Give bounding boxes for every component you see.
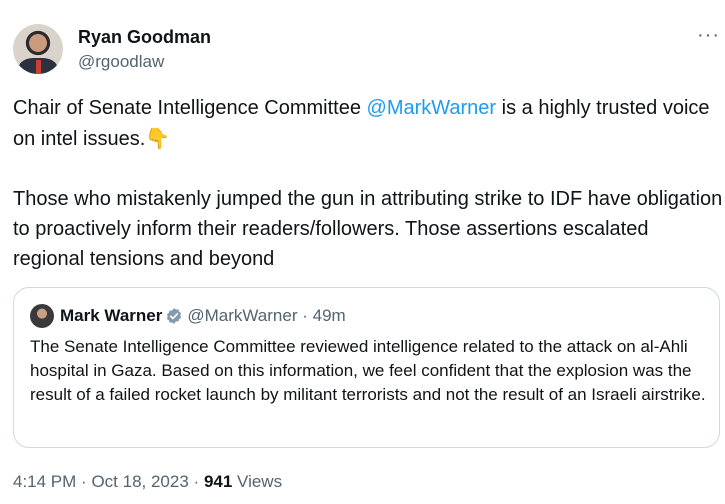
author-avatar[interactable] bbox=[13, 24, 63, 74]
tweet-text-segment: Chair of Senate Intelligence Committee bbox=[13, 97, 367, 119]
quoted-timestamp: 49m bbox=[312, 306, 346, 325]
quoted-author-handle: @MarkWarner bbox=[187, 306, 298, 325]
quoted-tweet[interactable]: Mark Warner @MarkWarner · 49m The Senate … bbox=[13, 287, 720, 448]
meta-separator: · bbox=[193, 472, 200, 491]
tweet-date[interactable]: Oct 18, 2023 bbox=[91, 472, 188, 491]
pointing-down-icon: 👇 bbox=[145, 126, 171, 150]
tweet-paragraph-2: Those who mistakenly jumped the gun in a… bbox=[13, 188, 723, 270]
avatar-tie bbox=[36, 60, 41, 74]
verified-badge-icon bbox=[167, 308, 182, 324]
meta-separator: · bbox=[81, 472, 87, 491]
quoted-tweet-header: Mark Warner @MarkWarner · 49m bbox=[60, 304, 346, 328]
quoted-author-name: Mark Warner bbox=[60, 306, 163, 325]
quoted-separator: · bbox=[302, 306, 308, 325]
tweet-text: Chair of Senate Intelligence Committee @… bbox=[13, 93, 723, 274]
quoted-author-avatar bbox=[30, 304, 54, 328]
tweet-meta: 4:14 PM · Oct 18, 2023 · 941 Views bbox=[13, 470, 282, 494]
author-name[interactable]: Ryan Goodman bbox=[78, 26, 211, 48]
quoted-tweet-text: The Senate Intelligence Committee review… bbox=[30, 337, 706, 404]
author-handle[interactable]: @rgoodlaw bbox=[78, 51, 164, 73]
more-horizontal-icon[interactable]: ··· bbox=[697, 25, 720, 45]
tweet-paragraph-1: Chair of Senate Intelligence Committee @… bbox=[13, 93, 723, 154]
views-label: Views bbox=[237, 472, 283, 491]
mention-link[interactable]: @MarkWarner bbox=[367, 97, 497, 119]
views-count: 941 bbox=[203, 472, 233, 491]
tweet-time[interactable]: 4:14 PM bbox=[13, 472, 76, 491]
